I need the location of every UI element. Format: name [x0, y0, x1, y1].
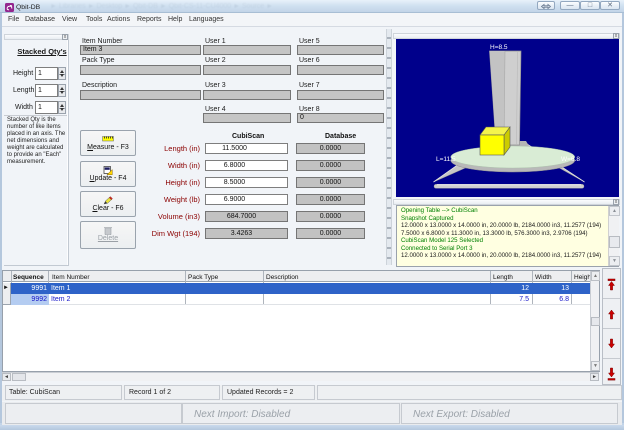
svg-text:H=8.5: H=8.5 — [490, 44, 508, 51]
svg-text:W=6.8: W=6.8 — [561, 156, 580, 163]
svg-text:L=11.5: L=11.5 — [436, 156, 456, 163]
